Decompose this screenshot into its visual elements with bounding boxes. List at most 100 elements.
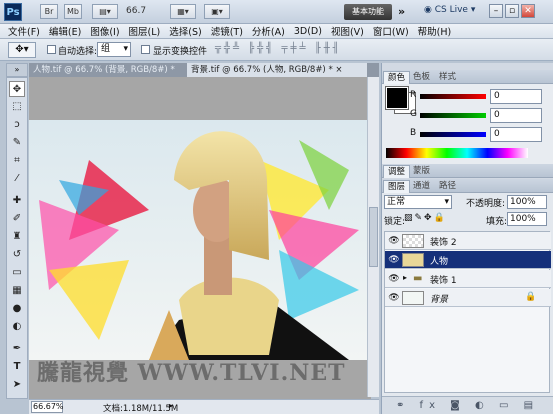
arrange-documents-button[interactable]: ▦▾ xyxy=(170,4,196,19)
marquee-tool-icon[interactable]: ⬚ xyxy=(9,99,25,115)
clone-stamp-tool-icon[interactable]: ♜ xyxy=(9,229,25,245)
scroll-thumb[interactable] xyxy=(369,207,378,267)
layer-person[interactable]: 👁 人物 xyxy=(385,251,551,269)
workspace-switcher[interactable]: 基本功能 xyxy=(344,4,392,20)
fill-field[interactable]: 100% xyxy=(507,212,547,226)
menu-select[interactable]: 选择(S) xyxy=(169,24,201,38)
zoom-level[interactable]: 66.7 xyxy=(126,6,146,16)
tab-styles[interactable]: 样式 xyxy=(435,71,460,84)
opacity-field[interactable]: 100% xyxy=(507,195,547,209)
close-icon[interactable]: ✕ xyxy=(521,4,535,18)
close-icon[interactable]: × xyxy=(335,65,342,75)
tab-channels[interactable]: 通道 xyxy=(409,180,434,193)
artwork-image[interactable] xyxy=(29,120,371,360)
visibility-eye-icon[interactable]: 👁 xyxy=(388,292,400,304)
menu-analysis[interactable]: 分析(A) xyxy=(252,24,285,38)
quick-selection-tool-icon[interactable]: ✎ xyxy=(9,135,25,151)
cs-live-icon: ◉ xyxy=(424,5,435,15)
lock-icons[interactable]: ▨✎✥🔒 xyxy=(404,213,447,223)
layer-decoration-2[interactable]: 👁 装饰 2 xyxy=(385,232,551,250)
mini-bridge-button[interactable]: Mb xyxy=(64,4,82,19)
layer-name: 装饰 1 xyxy=(430,276,457,286)
menu-file[interactable]: 文件(F) xyxy=(8,24,40,38)
green-value-field[interactable]: 0 xyxy=(490,108,542,123)
blend-mode-dropdown[interactable]: 正常 ▾ xyxy=(384,195,452,209)
expand-arrow-icon[interactable]: ▸ xyxy=(403,273,407,282)
eraser-tool-icon[interactable]: ▭ xyxy=(9,265,25,281)
visibility-eye-icon[interactable]: 👁 xyxy=(388,254,400,266)
cs-live-button[interactable]: ◉ CS Live ▾ xyxy=(424,5,475,15)
tab-background-document[interactable]: 背景.tif @ 66.7% (人物, RGB/8#) * × xyxy=(187,63,367,77)
document-canvas-area[interactable]: 騰龍視覺 WWW.TLVI.NET xyxy=(29,77,371,399)
minimize-button[interactable]: – xyxy=(489,4,503,18)
menu-3d[interactable]: 3D(D) xyxy=(294,26,322,37)
screen-mode-button[interactable]: ▣▾ xyxy=(204,4,230,19)
red-slider[interactable] xyxy=(420,94,486,99)
tab-person-document[interactable]: 人物.tif @ 66.7% (背景, RGB/8#) * × xyxy=(29,63,183,89)
blue-value-field[interactable]: 0 xyxy=(490,127,542,142)
layer-group-decoration-1[interactable]: 👁 ▸ ▬ 装饰 1 xyxy=(385,270,551,288)
menu-window[interactable]: 窗口(W) xyxy=(373,24,409,38)
dodge-tool-icon[interactable]: ◐ xyxy=(9,319,25,335)
tab-layers[interactable]: 图层 xyxy=(383,180,411,193)
menu-help[interactable]: 帮助(H) xyxy=(418,24,452,38)
document-size: 文档:1.18M/11.5M xyxy=(103,404,179,414)
menu-edit[interactable]: 编辑(E) xyxy=(49,24,81,38)
blur-tool-icon[interactable]: ● xyxy=(9,301,25,317)
options-bar: ✥▾ 自动选择: 组 ▾ 显示变换控件 ╦╬╩ ╠╬╣ ╤╪╧ ╟╫╢ xyxy=(0,39,553,61)
tool-preset-picker[interactable]: ✥▾ xyxy=(8,42,36,58)
vertical-scrollbar[interactable] xyxy=(367,77,379,397)
path-selection-tool-icon[interactable]: ➤ xyxy=(9,377,25,393)
layer-thumbnail xyxy=(402,253,424,267)
watermark: 騰龍視覺 WWW.TLVI.NET xyxy=(37,360,346,386)
status-menu-button[interactable]: ▸ xyxy=(169,401,173,410)
auto-select-checkbox[interactable] xyxy=(47,45,56,54)
gradient-tool-icon[interactable]: ▦ xyxy=(9,283,25,299)
history-brush-tool-icon[interactable]: ↺ xyxy=(9,247,25,263)
tab-masks[interactable]: 蒙版 xyxy=(409,165,434,178)
status-bar: 66.67% 文档:1.18M/11.5M ▸ xyxy=(29,399,379,414)
bridge-button[interactable]: Br xyxy=(40,4,58,19)
move-tool-icon[interactable]: ✥ xyxy=(9,81,25,97)
show-transform-checkbox[interactable] xyxy=(141,45,150,54)
tab-swatches[interactable]: 色板 xyxy=(409,71,434,84)
cs-live-label: CS Live xyxy=(434,5,468,15)
layers-list: 👁 装饰 2 👁 人物 👁 ▸ ▬ 装饰 1 👁 背景 🔒 xyxy=(384,231,551,393)
visibility-eye-icon[interactable]: 👁 xyxy=(388,235,400,247)
layer-name: 装饰 2 xyxy=(430,238,457,248)
tab-color[interactable]: 颜色 xyxy=(383,71,411,84)
green-slider[interactable] xyxy=(420,113,486,118)
tab-person-label: 人物.tif @ 66.7% (背景, RGB/8#) * xyxy=(33,65,175,75)
foreground-color-swatch[interactable] xyxy=(385,86,409,110)
layers-panel-footer[interactable]: ⚭ fx ◙ ◐ ▭ ▤ 🗑 xyxy=(382,396,553,414)
crop-tool-icon[interactable]: ⌗ xyxy=(9,153,25,169)
blue-slider[interactable] xyxy=(420,132,486,137)
tab-paths[interactable]: 路径 xyxy=(435,180,460,193)
menu-view[interactable]: 视图(V) xyxy=(331,24,364,38)
menu-bar: 文件(F) 编辑(E) 图像(I) 图层(L) 选择(S) 滤镜(T) 分析(A… xyxy=(0,24,553,39)
align-buttons[interactable]: ╦╬╩ ╠╬╣ ╤╪╧ ╟╫╢ xyxy=(215,43,342,54)
view-extras-button[interactable]: ▤▾ xyxy=(92,4,118,19)
color-panel: R 0 G 0 B 0 xyxy=(382,84,553,164)
menu-filter[interactable]: 滤镜(T) xyxy=(211,24,243,38)
lasso-tool-icon[interactable]: ↄ xyxy=(9,117,25,133)
restore-button[interactable]: ▫ xyxy=(505,4,519,18)
red-value-field[interactable]: 0 xyxy=(490,89,542,104)
healing-brush-tool-icon[interactable]: ✚ xyxy=(9,193,25,209)
more-workspaces-button[interactable]: » xyxy=(398,5,405,18)
status-zoom-field[interactable]: 66.67% xyxy=(31,401,64,413)
application-bar: Ps Br Mb ▤▾ 66.7 ▦▾ ▣▾ 基本功能 » ◉ CS Live … xyxy=(0,0,553,24)
visibility-eye-icon[interactable]: 👁 xyxy=(388,273,400,285)
eyedropper-tool-icon[interactable]: ⁄ xyxy=(9,171,25,187)
color-spectrum-bar[interactable] xyxy=(386,148,528,158)
type-tool-icon[interactable]: T xyxy=(9,359,25,375)
menu-layer[interactable]: 图层(L) xyxy=(129,24,161,38)
brush-tool-icon[interactable]: ✐ xyxy=(9,211,25,227)
toolbox-header[interactable]: » xyxy=(6,63,28,77)
auto-select-dropdown[interactable]: 组 ▾ xyxy=(97,42,131,57)
tab-adjustments[interactable]: 调整 xyxy=(383,165,411,178)
menu-image[interactable]: 图像(I) xyxy=(90,24,119,38)
layer-thumbnail xyxy=(402,234,424,248)
layer-background[interactable]: 👁 背景 🔒 xyxy=(385,289,551,307)
pen-tool-icon[interactable]: ✒ xyxy=(9,341,25,357)
